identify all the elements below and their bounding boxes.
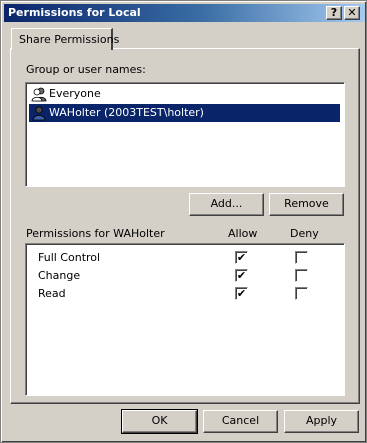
- full-control-allow-checkbox[interactable]: ✔: [235, 251, 248, 264]
- permissions-for-label: Permissions for WAHolter: [26, 227, 165, 240]
- full-control-deny-checkbox[interactable]: [295, 251, 308, 264]
- change-allow-checkbox[interactable]: ✔: [235, 269, 248, 282]
- users-group-icon: [31, 87, 47, 102]
- tab-share-permissions[interactable]: Share Permissions: [11, 28, 119, 50]
- apply-button[interactable]: Apply: [284, 410, 359, 433]
- add-button[interactable]: Add...: [189, 193, 264, 216]
- help-button[interactable]: ?: [326, 6, 342, 20]
- title-bar[interactable]: Permissions for Local ? ✕: [4, 4, 365, 22]
- close-button[interactable]: ✕: [344, 6, 360, 20]
- tab-label: Share Permissions: [19, 33, 120, 46]
- deny-header: Deny: [290, 227, 319, 240]
- read-allow-checkbox[interactable]: ✔: [235, 287, 248, 300]
- ok-button[interactable]: OK: [121, 409, 198, 434]
- permission-name: Full Control: [38, 251, 101, 264]
- group-names-label: Group or user names:: [26, 63, 146, 76]
- group-names-list[interactable]: Everyone WAHolter (2003TEST\holter): [25, 82, 345, 187]
- list-item-label: Everyone: [49, 87, 101, 100]
- list-item-everyone[interactable]: Everyone: [29, 85, 340, 103]
- list-item-waholter[interactable]: WAHolter (2003TEST\holter): [29, 104, 340, 122]
- permission-name: Read: [38, 287, 66, 300]
- remove-button[interactable]: Remove: [269, 193, 344, 216]
- permissions-list: Full Control ✔ Change ✔ Read ✔: [25, 243, 345, 396]
- permission-row-read: Read ✔: [26, 285, 340, 303]
- permission-row-change: Change ✔: [26, 267, 340, 285]
- list-item-label: WAHolter (2003TEST\holter): [49, 106, 204, 119]
- allow-header: Allow: [228, 227, 258, 240]
- permission-name: Change: [38, 269, 81, 282]
- read-deny-checkbox[interactable]: [295, 287, 308, 300]
- cancel-button[interactable]: Cancel: [203, 410, 278, 433]
- window-title: Permissions for Local: [8, 6, 141, 19]
- tab-panel: Group or user names: Everyone WAHolter (…: [10, 48, 360, 404]
- user-icon: [32, 106, 46, 121]
- change-deny-checkbox[interactable]: [295, 269, 308, 282]
- permissions-dialog: Permissions for Local ? ✕ Share Permissi…: [0, 0, 367, 443]
- permission-row-full-control: Full Control ✔: [26, 249, 340, 267]
